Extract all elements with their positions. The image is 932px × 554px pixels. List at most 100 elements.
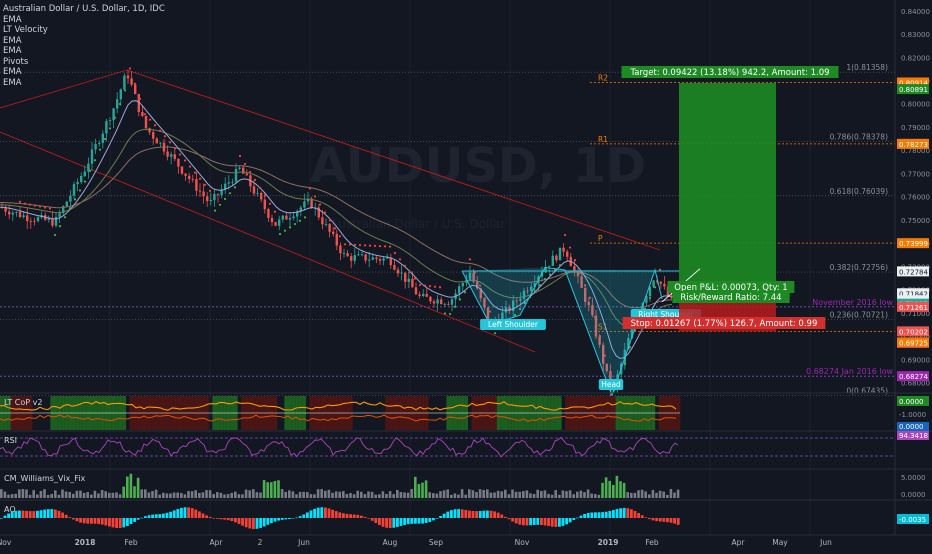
velocity-dot [223,197,227,201]
velocity-dot [63,216,67,219]
price-tick-label: 0.82000 [901,54,930,62]
candle-body [206,196,209,202]
vix-bar [259,492,262,498]
ao-bar [306,512,309,518]
price-tag: 0.69725 [899,339,928,347]
velocity-dot [68,207,72,210]
pane-title-cop[interactable]: LT CoP v2 [4,398,42,407]
pane-title-ao[interactable]: AO [4,505,16,514]
ao-bar [658,518,662,522]
vix-bar [417,484,421,498]
vix-bar [669,489,673,498]
velocity-dot [318,203,322,206]
vix-bar [658,490,662,498]
velocity-dot [328,219,332,222]
vix-bar [230,492,233,498]
vix-bar [126,476,129,498]
vix-bar [158,494,161,498]
candle-body [281,215,284,220]
symbol-title[interactable]: Australian Dollar / U.S. Dollar, 1D, IDC [3,4,165,15]
ao-bar [133,518,136,522]
indicator-ema-2[interactable]: EMA [3,36,165,47]
candle-body [443,303,446,305]
vix-bar [604,477,608,498]
fib-level-label: 0.382(0.72756) [830,263,888,272]
vix-bar [640,489,644,498]
candle-body [227,182,230,184]
vix-bar [68,492,71,498]
vix-bar [356,490,359,498]
ao-bar [248,518,252,529]
ao-bar [558,518,561,527]
velocity-dot [143,113,147,116]
vix-bar [14,493,17,498]
vix-bar [313,494,316,498]
vix-axis-value: 5.0000 [901,474,926,482]
ao-bar [669,518,673,523]
vix-bar [316,489,320,498]
vix-bar [511,489,514,498]
time-tick-label: Nov [515,538,530,547]
ao-bar [385,518,388,528]
vix-bar [0,489,3,498]
vix-bar [619,481,622,498]
ao-bar [644,517,648,518]
indicator-ema-1[interactable]: EMA [3,15,165,26]
vix-bar [633,492,637,498]
indicator-ema-3[interactable]: EMA [3,46,165,57]
ao-bar [640,515,644,518]
ao-bar [266,518,270,525]
candle-body [432,301,436,304]
ao-bar [140,517,144,519]
pane-title-rsi[interactable]: RSI [4,436,17,445]
vix-bar [435,493,439,498]
velocity-dot [118,102,122,106]
pivot-label: R1 [598,135,608,144]
candle-body [231,181,234,183]
velocity-dot [58,224,62,228]
ao-bar [626,508,630,518]
ao-bar [590,512,594,518]
ao-bar [406,518,410,525]
vix-bar [298,491,302,498]
vix-bar [21,489,25,498]
ao-bar [316,507,320,518]
vix-bar [273,481,277,498]
vix-bar [568,490,572,498]
indicator-ema-4[interactable]: EMA [3,67,165,78]
candle-body [65,201,68,207]
velocity-dot [138,97,142,101]
velocity-dot [238,154,242,158]
vix-bar [500,491,503,498]
velocity-dot [93,159,97,162]
ao-bar [158,514,162,518]
candle-body [173,154,176,159]
candle-body [364,254,367,261]
candle-body [116,99,119,109]
vix-bar [525,490,529,498]
indicator-pivots[interactable]: Pivots [3,57,165,68]
ao-bar [493,511,496,518]
chart-legend: Australian Dollar / U.S. Dollar, 1D, IDC… [3,4,165,88]
ao-bar [403,518,406,525]
vix-bar [223,494,226,498]
time-tick-label: 2019 [598,538,619,547]
candle [558,247,562,261]
candle-body [652,280,655,287]
price-tick-label: 0.77000 [901,170,930,178]
vix-bar [442,490,446,498]
ao-bar [172,510,176,518]
candle-body [245,173,248,176]
price-tag: 0.68274 [899,373,928,381]
indicator-lt-velocity[interactable]: LT Velocity [3,25,165,36]
vix-bar [198,492,201,498]
vix-bar [39,491,43,498]
ao-bar [356,514,360,518]
pane-title-vix[interactable]: CM_Williams_Vix_Fix [4,474,85,483]
candle-body [278,219,281,226]
ao-bar [72,518,75,520]
vix-bar [50,493,53,498]
velocity-dot [148,118,152,121]
indicator-ema-5[interactable]: EMA [3,78,165,89]
vix-bar [403,492,406,498]
